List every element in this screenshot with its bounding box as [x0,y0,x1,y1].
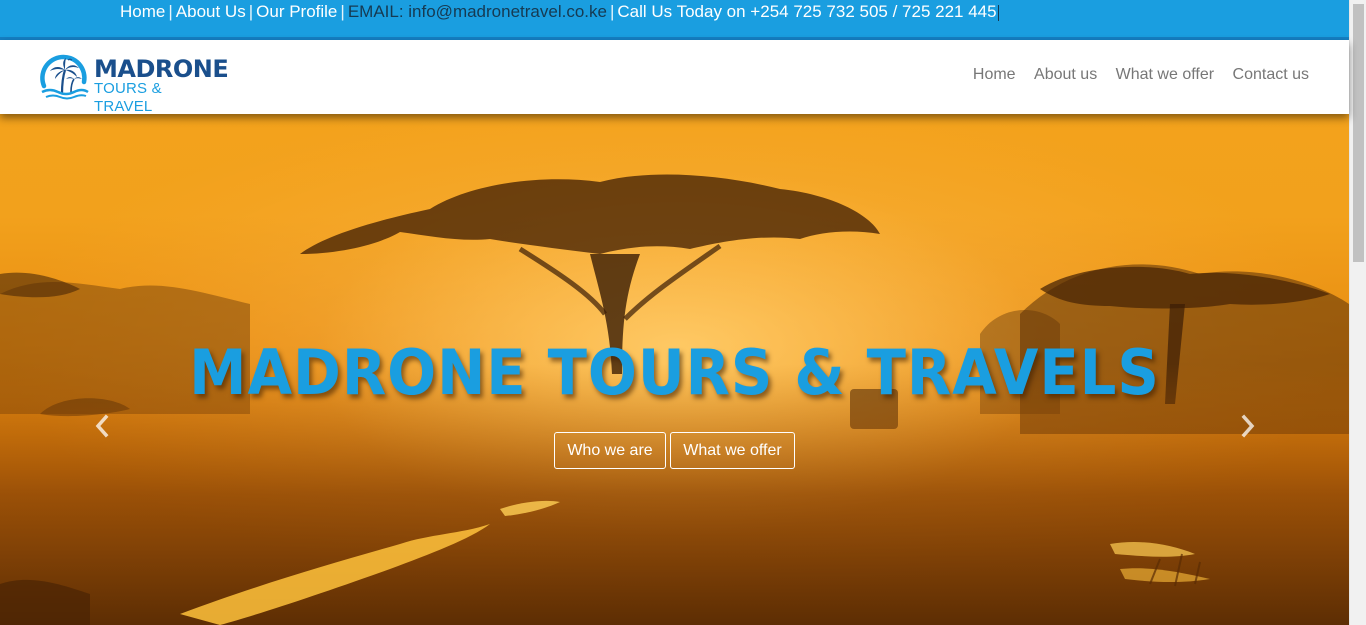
who-we-are-button[interactable]: Who we are [554,432,666,469]
main-navbar: MADRONE TOURS & TRAVEL Home About us Wha… [0,40,1349,115]
brand-title: MADRONE [94,55,229,83]
nav-item-what-we-offer[interactable]: What we offer [1116,66,1214,83]
email-text[interactable]: EMAIL: info@madronetravel.co.ke [348,2,607,21]
brand-logo[interactable]: MADRONE TOURS & TRAVEL [38,52,229,115]
palm-beach-logo-icon [40,54,89,100]
separator: | [168,2,173,21]
top-info-bar: Home | About Us | Our Profile | EMAIL: info@ma… [0,0,1349,40]
separator: | [248,2,254,21]
what-we-offer-button[interactable]: What we offer [670,432,795,469]
call-us-text: Call Us Today on +254 725 732 505 / 725 … [617,2,997,21]
top-profile-link[interactable]: Our Profile [256,2,337,21]
separator: | [340,2,345,21]
chevron-right-icon[interactable] [1238,414,1258,438]
hero-carousel: MADRONE TOURS & TRAVELS Who we are What … [0,114,1349,625]
hero-title: MADRONE TOURS & TRAVELS [189,336,1160,409]
nav-item-home[interactable]: Home [973,66,1016,83]
nav-item-about[interactable]: About us [1034,66,1097,83]
chevron-left-icon[interactable] [92,414,112,438]
top-about-link[interactable]: About Us [176,2,246,21]
nav-item-contact[interactable]: Contact us [1233,66,1309,83]
nav-menu: Home About us What we offer Contact us [959,66,1309,84]
scrollbar-thumb[interactable] [1353,4,1364,262]
separator: | [609,2,615,21]
page-scrollbar[interactable] [1349,0,1366,625]
text-caret [997,4,999,21]
top-info-links: Home | About Us | Our Profile | EMAIL: info@ma… [120,2,999,22]
brand-subtitle: TOURS & TRAVEL [94,80,162,115]
top-home-link[interactable]: Home [120,2,165,21]
